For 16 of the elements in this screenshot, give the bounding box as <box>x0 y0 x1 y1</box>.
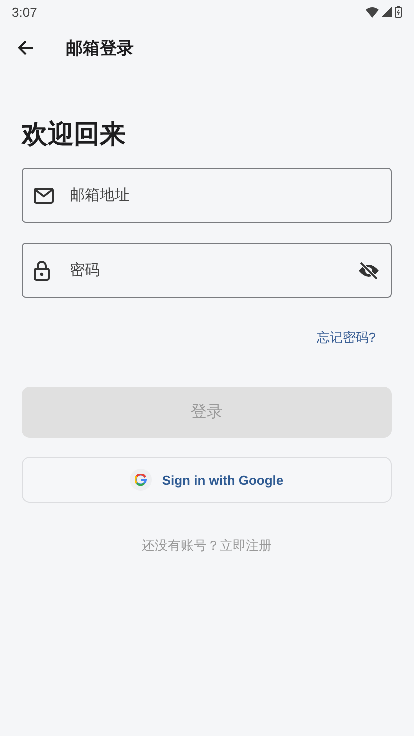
envelope-icon <box>34 188 54 204</box>
lock-icon <box>34 260 50 280</box>
status-time: 3:07 <box>12 4 38 20</box>
welcome-heading: 欢迎回来 <box>22 118 127 151</box>
screen-title: 邮箱登录 <box>66 38 134 60</box>
register-prompt: 还没有账号？立即注册 <box>142 537 272 555</box>
password-field[interactable]: 密码 <box>22 243 392 298</box>
wifi-icon <box>366 6 379 18</box>
signal-icon <box>382 7 392 17</box>
google-icon <box>135 474 148 486</box>
eye-off-icon[interactable] <box>358 262 380 280</box>
back-button[interactable] <box>16 38 36 58</box>
battery-icon <box>395 6 402 18</box>
forgot-password-link[interactable]: 忘记密码? <box>316 329 376 347</box>
email-field[interactable]: 邮箱地址 <box>22 168 392 223</box>
google-sign-in-button[interactable]: Sign in with Google <box>22 457 392 503</box>
